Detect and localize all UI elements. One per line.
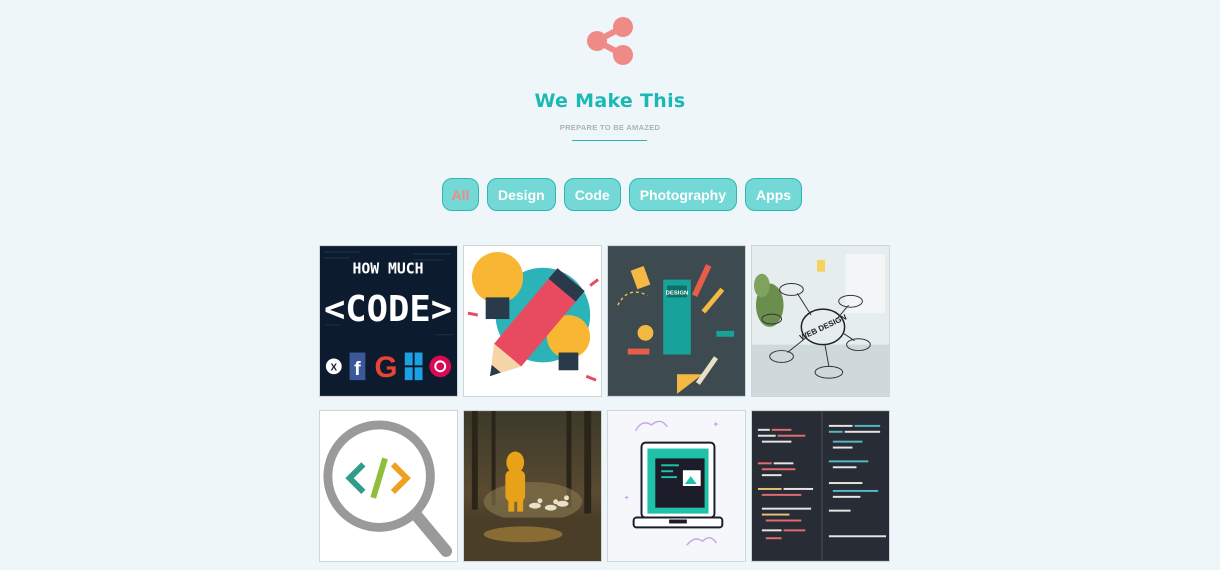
tile-text: DESIGN	[666, 290, 689, 296]
child-ducks-photo-thumbnail[interactable]	[463, 410, 602, 562]
filter-all-button[interactable]: All	[442, 178, 479, 211]
svg-text:✦: ✦	[712, 420, 719, 429]
tile-line-2: <CODE>	[324, 289, 452, 330]
filter-design-button[interactable]: Design	[487, 178, 556, 211]
laptop-illustration-thumbnail[interactable]: ✦ ✦	[607, 410, 746, 562]
how-much-code-thumbnail[interactable]: HOW MUCH <CODE> X f G	[319, 245, 458, 397]
share-icon	[587, 17, 633, 65]
svg-text:X: X	[331, 362, 338, 373]
design-tools-thumbnail[interactable]: DESIGN	[607, 245, 746, 397]
pencil-lightbulb-thumbnail[interactable]	[463, 245, 602, 397]
svg-text:f: f	[354, 358, 361, 380]
page-title: We Make This	[534, 90, 686, 112]
svg-text:G: G	[375, 351, 398, 384]
web-design-sketch-thumbnail[interactable]: WEB DESIGN	[751, 245, 890, 397]
title-underline	[572, 140, 647, 141]
filter-apps-button[interactable]: Apps	[745, 178, 803, 211]
code-editor-thumbnail[interactable]	[751, 410, 890, 562]
tile-line-1: HOW MUCH	[352, 261, 423, 278]
code-magnifier-thumbnail[interactable]	[319, 410, 458, 562]
svg-text:✦: ✦	[624, 494, 630, 502]
filter-photography-button[interactable]: Photography	[628, 178, 738, 211]
filter-bar: All Design Code Photography Apps	[442, 178, 803, 213]
page-subtitle: PREPARE TO BE AMAZED	[559, 123, 661, 132]
filter-code-button[interactable]: Code	[563, 178, 621, 211]
